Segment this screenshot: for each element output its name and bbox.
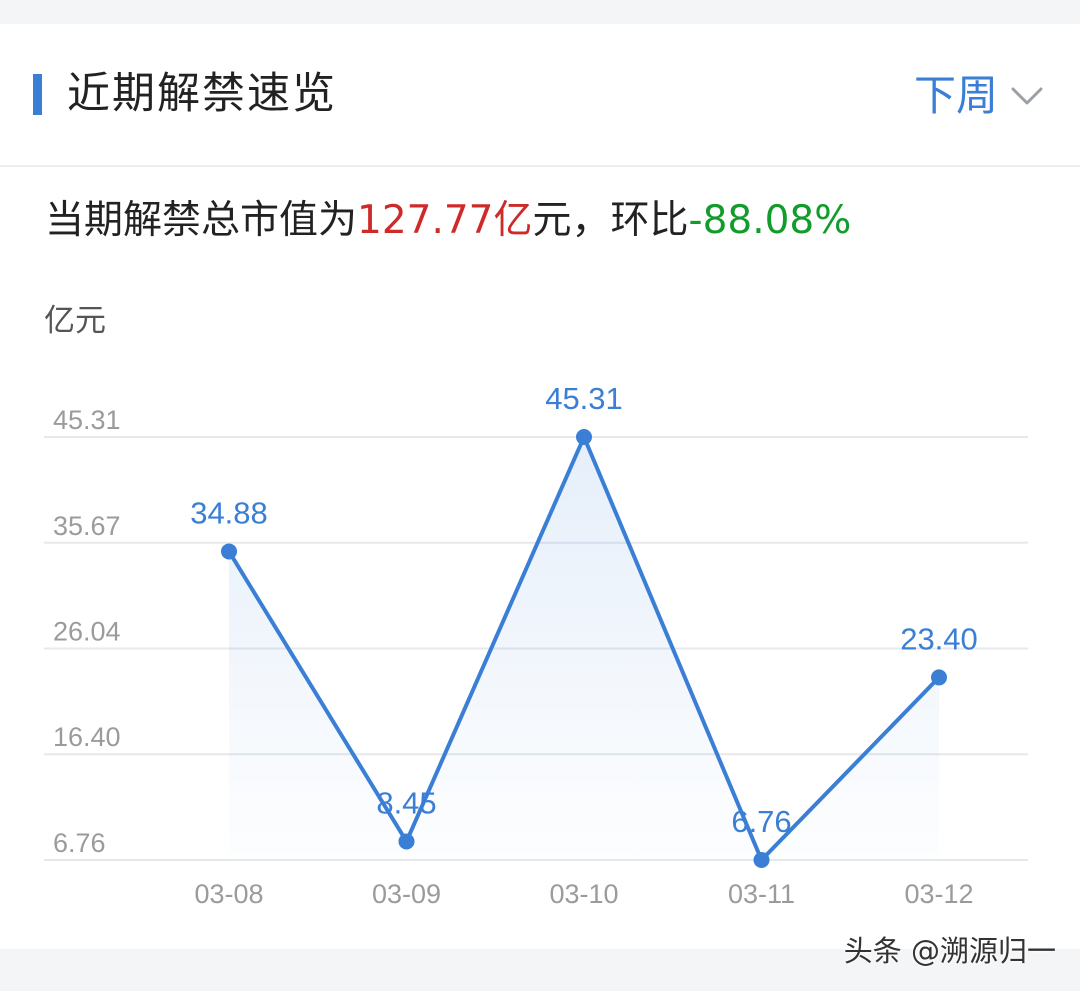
x-tick-label: 03-08: [194, 879, 263, 909]
x-tick-label: 03-09: [372, 879, 441, 909]
x-axis-ticks: 03-08 03-09 03-10 03-11 03-12: [194, 879, 973, 909]
data-point: [753, 852, 770, 868]
x-tick-label: 03-12: [904, 879, 973, 909]
data-label: 23.40: [900, 621, 978, 656]
data-point: [931, 669, 947, 686]
y-tick-label: 6.76: [53, 828, 106, 858]
y-axis-ticks: 45.31 35.67 26.04 16.40 6.76: [53, 405, 121, 858]
y-tick-label: 16.40: [53, 722, 121, 752]
x-tick-label: 03-11: [728, 879, 795, 909]
data-point: [576, 429, 592, 445]
data-label: 6.76: [731, 804, 791, 839]
data-point: [398, 833, 415, 850]
y-tick-label: 45.31: [53, 405, 121, 435]
line-chart: 45.31 35.67 26.04 16.40 6.76 34.88 8.45 45.31 6…: [44, 381, 1028, 909]
data-label: 34.88: [190, 495, 268, 530]
y-tick-label: 35.67: [53, 511, 121, 541]
x-tick-label: 03-10: [549, 879, 618, 909]
data-label: 8.45: [376, 785, 436, 820]
y-tick-label: 26.04: [53, 616, 121, 646]
data-point: [221, 543, 237, 560]
watermark: 头条 @溯源归一: [843, 934, 1056, 968]
data-label: 45.31: [545, 381, 623, 416]
